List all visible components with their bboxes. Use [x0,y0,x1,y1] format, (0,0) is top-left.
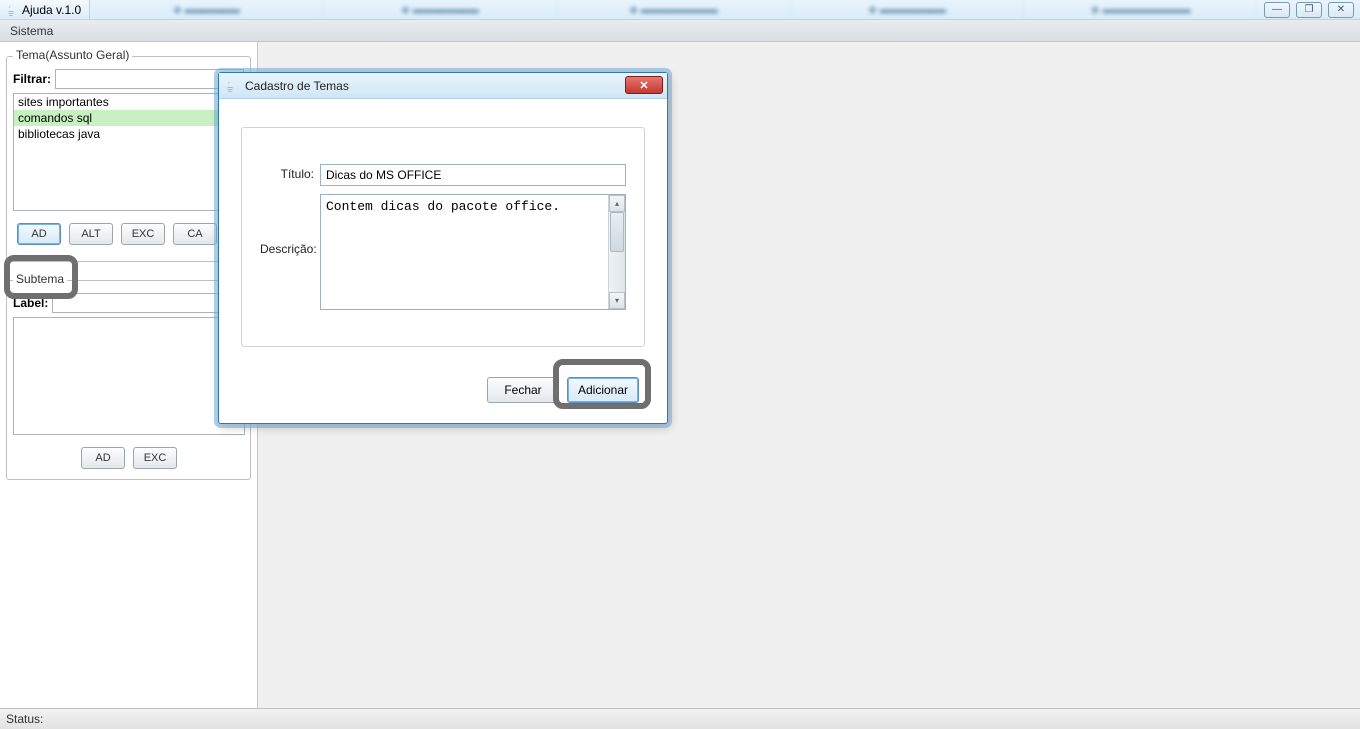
subtema-legend: Subtema [13,272,67,286]
adicionar-button[interactable]: Adicionar [567,377,639,403]
dialog-titlebar[interactable]: Cadastro de Temas ✕ [219,73,667,99]
list-item[interactable]: sites importantes [14,94,243,110]
close-window-button[interactable]: ✕ [1328,2,1354,18]
ad-button[interactable]: AD [17,223,61,245]
app-title: Ajuda v.1.0 [22,3,81,17]
subtema-listbox[interactable] [13,317,245,435]
titulo-label: Título: [260,164,320,181]
textarea-scrollbar[interactable]: ▴ ▾ [608,195,625,309]
dialog-title: Cadastro de Temas [245,79,349,93]
taskbar-tab-blur[interactable]: ◈ ▬▬▬▬▬▬ [324,0,558,19]
maximize-button[interactable]: ❐ [1296,2,1322,18]
dialog-close-button[interactable]: ✕ [625,76,663,94]
dialog-inner-panel: Título: Descrição: ▴ ▾ [241,127,645,347]
taskbar-tab-blur[interactable]: ◈ ▬▬▬▬▬▬ [791,0,1025,19]
java-icon [223,79,237,93]
scroll-track[interactable] [609,212,625,292]
minimize-button[interactable]: — [1264,2,1290,18]
titulo-input[interactable] [320,164,626,186]
list-item[interactable]: comandos sql [14,110,243,126]
filtrar-input[interactable] [55,69,244,89]
scroll-up-button[interactable]: ▴ [609,195,625,212]
list-item[interactable]: bibliotecas java [14,126,243,142]
exc-button[interactable]: EXC [121,223,165,245]
descricao-textarea[interactable] [321,195,608,309]
main-area: Tema(Assunto Geral) Filtrar: sites impor… [0,42,1360,708]
tema-fieldset: Tema(Assunto Geral) Filtrar: sites impor… [6,56,251,262]
dialog-body: Título: Descrição: ▴ ▾ Fechar [219,99,667,423]
taskbar-tab-blur[interactable]: ◈ ▬▬▬▬▬▬▬ [557,0,791,19]
tema-listbox[interactable]: sites importantes comandos sql bibliotec… [13,93,244,211]
dialog-footer: Fechar Adicionar [241,377,645,403]
subtema-button-row: AD EXC [13,447,245,469]
alt-button[interactable]: ALT [69,223,113,245]
label-label: Label: [13,296,48,310]
subtema-fieldset: Subtema Label: AD EXC [6,280,251,480]
descricao-label: Descrição: [260,194,320,256]
java-icon [4,3,18,17]
close-icon: ✕ [639,79,648,92]
label-input[interactable] [52,293,244,313]
descricao-wrap: ▴ ▾ [320,194,626,310]
cadastro-dialog: Cadastro de Temas ✕ Título: Descrição: ▴ [218,72,668,424]
menu-bar: Sistema [0,20,1360,42]
taskbar-app-tab[interactable]: Ajuda v.1.0 [0,0,90,19]
scroll-thumb[interactable] [610,212,624,252]
taskbar-other-tabs: ◈ ▬▬▬▬▬ ◈ ▬▬▬▬▬▬ ◈ ▬▬▬▬▬▬▬ ◈ ▬▬▬▬▬▬ ◈ ▬▬… [90,0,1258,19]
fechar-button[interactable]: Fechar [487,377,559,403]
window-controls: — ❐ ✕ [1258,2,1360,18]
scroll-down-button[interactable]: ▾ [609,292,625,309]
taskbar-tab-blur[interactable]: ◈ ▬▬▬▬▬▬▬▬ [1024,0,1258,19]
filtrar-label: Filtrar: [13,72,51,86]
status-bar: Status: [0,708,1360,729]
os-taskbar: Ajuda v.1.0 ◈ ▬▬▬▬▬ ◈ ▬▬▬▬▬▬ ◈ ▬▬▬▬▬▬▬ ◈… [0,0,1360,20]
ca-button[interactable]: CA [173,223,217,245]
tema-button-row: AD ALT EXC CA [13,223,244,245]
taskbar-tab-blur[interactable]: ◈ ▬▬▬▬▬ [90,0,324,19]
menu-sistema[interactable]: Sistema [4,22,59,40]
subtema-exc-button[interactable]: EXC [133,447,177,469]
subtema-ad-button[interactable]: AD [81,447,125,469]
tema-legend: Tema(Assunto Geral) [13,48,132,62]
status-label: Status: [6,712,43,726]
